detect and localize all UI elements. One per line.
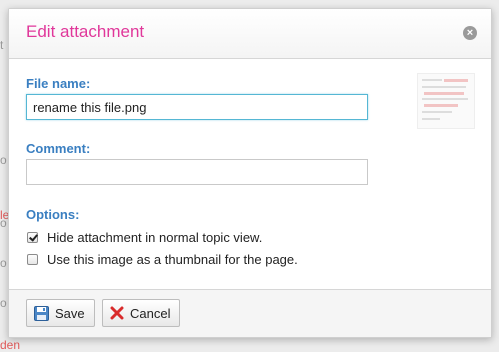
dialog-footer: Save Cancel	[9, 289, 491, 337]
options-label: Options:	[26, 207, 80, 222]
dialog-title: Edit attachment	[26, 22, 145, 41]
attachment-thumbnail	[417, 73, 475, 129]
background-text: o	[0, 256, 7, 270]
comment-input[interactable]	[26, 159, 368, 185]
dialog-header: Edit attachment ×	[9, 9, 491, 59]
cancel-button[interactable]: Cancel	[102, 299, 181, 327]
save-button[interactable]: Save	[26, 299, 95, 327]
thumbnail-option[interactable]: Use this image as a thumbnail for the pa…	[27, 252, 298, 267]
background-text: o	[0, 216, 7, 230]
comment-label: Comment:	[26, 141, 91, 156]
background-text: o	[0, 296, 7, 310]
hide-attachment-label: Hide attachment in normal topic view.	[47, 230, 263, 245]
thumbnail-checkbox[interactable]	[27, 254, 38, 265]
red-x-icon	[110, 306, 124, 320]
close-icon[interactable]: ×	[463, 26, 477, 40]
thumbnail-label: Use this image as a thumbnail for the pa…	[47, 252, 298, 267]
dialog-body: File name: Comment: Options: Hide attach…	[9, 59, 491, 291]
floppy-disk-icon	[34, 305, 49, 321]
cancel-label: Cancel	[130, 305, 171, 321]
edit-attachment-dialog: Edit attachment × File name: Comment: Op…	[8, 8, 492, 338]
file-name-label: File name:	[26, 76, 91, 91]
hide-attachment-checkbox[interactable]	[27, 232, 38, 243]
background-text: t	[0, 38, 4, 52]
background-text: o	[0, 153, 7, 167]
save-label: Save	[55, 305, 85, 321]
hide-attachment-option[interactable]: Hide attachment in normal topic view.	[27, 230, 262, 245]
file-name-input[interactable]	[26, 94, 368, 120]
